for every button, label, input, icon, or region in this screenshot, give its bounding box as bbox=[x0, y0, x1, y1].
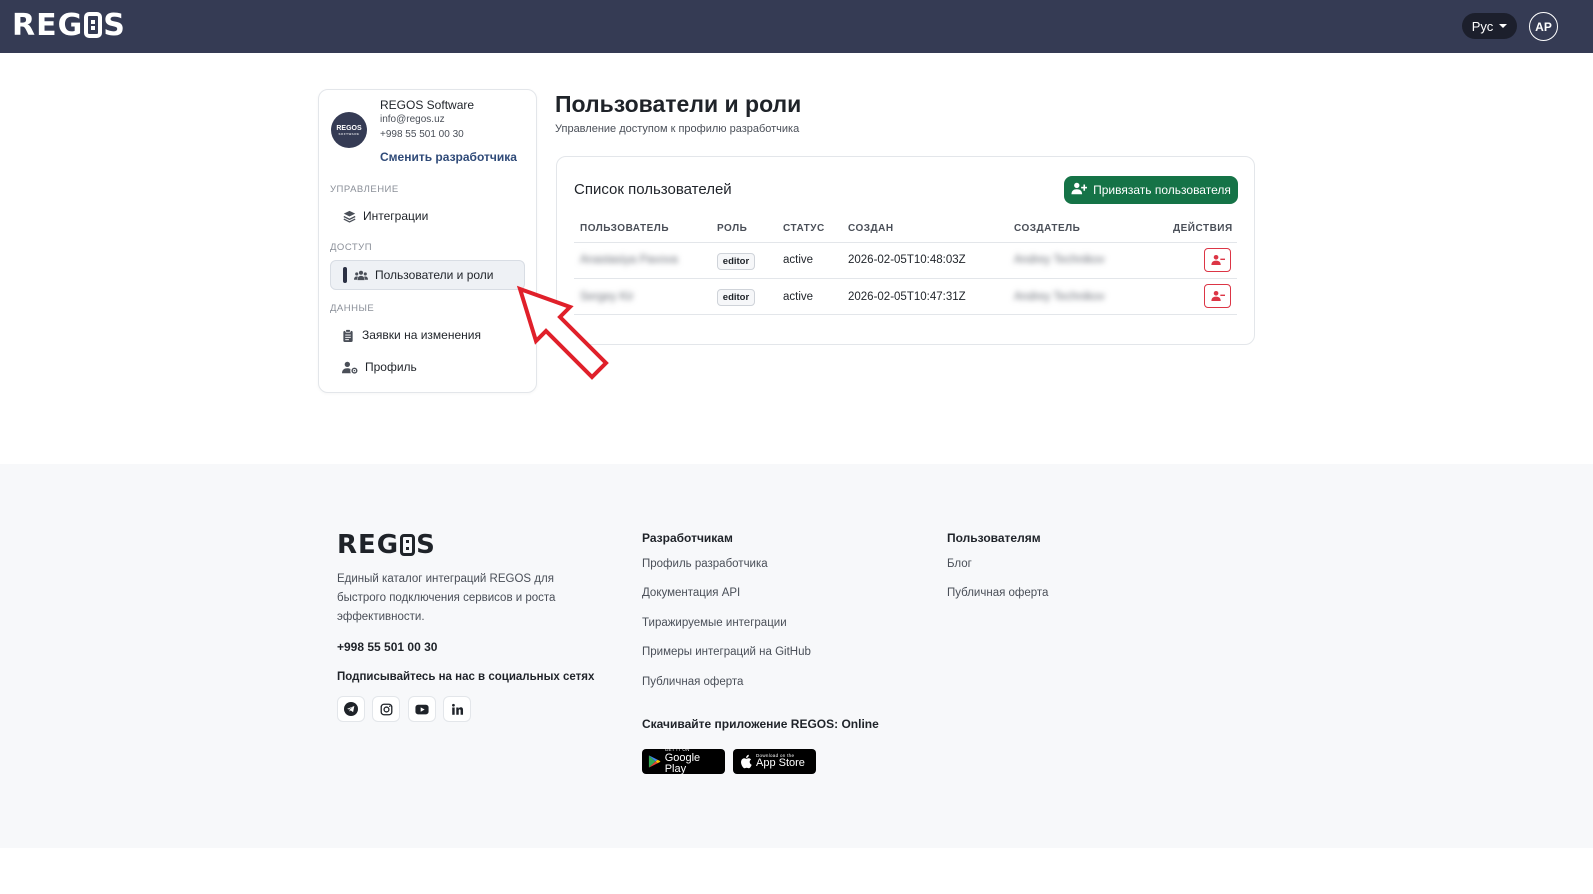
section-label-manage: УПРАВЛЕНИЕ bbox=[330, 184, 399, 195]
developer-phone: +998 55 501 00 30 bbox=[380, 129, 464, 140]
sidebar-item-label: Профиль bbox=[365, 360, 417, 374]
language-dropdown[interactable]: Рус bbox=[1462, 13, 1517, 39]
status-text: active bbox=[783, 291, 814, 303]
unlink-user-button[interactable] bbox=[1204, 284, 1231, 308]
user-name: Anastasiya Pavova bbox=[580, 254, 678, 266]
sidebar-item-requests[interactable]: Заявки на изменения bbox=[330, 320, 525, 350]
footer-description: Единый каталог интеграций REGOS для быст… bbox=[337, 573, 556, 623]
footer-link-api-docs[interactable]: Документация API bbox=[642, 587, 740, 599]
clipboard-icon bbox=[341, 328, 355, 342]
created-date: 2026-02-05T10:48:03Z bbox=[848, 254, 966, 266]
footer-logo[interactable]: REG S bbox=[337, 530, 436, 560]
sidebar: REGOS SOFTWARE REGOS Software info@regos… bbox=[318, 89, 537, 393]
user-minus-icon bbox=[1210, 254, 1225, 266]
table-divider bbox=[574, 242, 1237, 243]
column-header-creator: СОЗДАТЕЛЬ bbox=[1014, 223, 1081, 234]
sidebar-item-label: Интеграции bbox=[363, 209, 429, 223]
footer-link-dev-profile[interactable]: Профиль разработчика bbox=[642, 558, 768, 570]
regos-logo[interactable]: REG S bbox=[12, 7, 126, 43]
sidebar-item-label: Пользователи и роли bbox=[375, 268, 494, 282]
footer-link-public-offer[interactable]: Публичная оферта bbox=[642, 676, 743, 688]
app-download-title: Скачивайте приложение REGOS: Online bbox=[642, 717, 879, 731]
footer-link-public-offer-users[interactable]: Публичная оферта bbox=[947, 587, 1048, 599]
apple-icon bbox=[741, 754, 752, 769]
role-badge: editor bbox=[717, 289, 755, 306]
section-label-access: ДОСТУП bbox=[330, 242, 373, 253]
unlink-user-button[interactable] bbox=[1204, 248, 1231, 272]
footer-logo-text-right: S bbox=[416, 530, 436, 560]
developer-logo-text: REGOS bbox=[336, 124, 362, 132]
language-label: Рус bbox=[1471, 18, 1494, 34]
user-avatar-button[interactable]: AP bbox=[1529, 12, 1558, 41]
instagram-icon bbox=[380, 703, 392, 715]
social-title: Подписывайтесь на нас в социальных сетях bbox=[337, 671, 595, 683]
creator-name: Andrey Technikov bbox=[1014, 291, 1105, 303]
telegram-icon bbox=[344, 702, 358, 716]
section-label-data: ДАННЫЕ bbox=[330, 303, 375, 314]
role-badge: editor bbox=[717, 253, 755, 270]
instagram-button[interactable] bbox=[372, 696, 400, 722]
google-play-badge[interactable]: GET IT ON Google Play bbox=[642, 748, 725, 775]
created-date: 2026-02-05T10:47:31Z bbox=[848, 291, 966, 303]
developer-logo-subtext: SOFTWARE bbox=[338, 131, 360, 136]
app-store-text: App Store bbox=[756, 757, 805, 770]
page-subtitle: Управление доступом к профилю разработчи… bbox=[555, 123, 800, 135]
sidebar-item-label: Заявки на изменения bbox=[362, 328, 481, 342]
sidebar-item-integrations[interactable]: Интеграции bbox=[330, 201, 525, 231]
footer-link-replicated-integrations[interactable]: Тиражируемые интеграции bbox=[642, 617, 787, 629]
youtube-button[interactable] bbox=[408, 696, 436, 722]
table-divider bbox=[574, 314, 1237, 315]
user-minus-icon bbox=[1210, 290, 1225, 302]
column-header-created: СОЗДАН bbox=[848, 223, 894, 234]
logo-text-left: REG bbox=[12, 7, 84, 43]
page-title: Пользователи и роли bbox=[555, 91, 802, 117]
google-play-text: Google Play bbox=[664, 751, 701, 775]
users-column-title: Пользователям bbox=[947, 531, 1041, 545]
sidebar-item-users[interactable]: Пользователи и роли bbox=[330, 260, 525, 290]
switch-developer-link[interactable]: Сменить разработчика bbox=[380, 150, 517, 164]
linkedin-icon bbox=[451, 703, 463, 715]
layers-icon bbox=[342, 209, 356, 223]
card-title: Список пользователей bbox=[574, 181, 732, 198]
google-play-icon bbox=[648, 755, 661, 768]
annotation-arrow-icon bbox=[516, 285, 609, 380]
footer-logo-text-left: REG bbox=[337, 530, 400, 560]
sidebar-item-profile[interactable]: Профиль bbox=[330, 352, 525, 382]
footer-link-github-examples[interactable]: Примеры интеграций на GitHub bbox=[642, 646, 811, 658]
footer-phone[interactable]: +998 55 501 00 30 bbox=[337, 640, 437, 654]
developer-name: REGOS Software bbox=[380, 98, 475, 112]
logo-o-mark-icon bbox=[84, 12, 103, 38]
youtube-icon bbox=[415, 704, 429, 714]
app-store-badge[interactable]: Download on the App Store bbox=[733, 749, 816, 774]
logo-text-right: S bbox=[103, 7, 126, 43]
developers-column-title: Разработчикам bbox=[642, 531, 733, 545]
top-navbar: REG S Рус AP bbox=[0, 0, 1593, 53]
linkedin-button[interactable] bbox=[443, 696, 471, 722]
bind-user-label: Привязать пользователя bbox=[1093, 183, 1231, 197]
users-icon bbox=[354, 268, 368, 282]
logo-o-mark-icon bbox=[400, 534, 416, 556]
users-card: Список пользователей Привязать пользоват… bbox=[556, 156, 1255, 345]
footer: REG S Единый каталог интеграций REGOS для… bbox=[0, 464, 1593, 848]
status-text: active bbox=[783, 254, 814, 266]
table-divider bbox=[574, 278, 1237, 279]
column-header-actions: ДЕЙСТВИЯ bbox=[1173, 223, 1233, 234]
active-indicator bbox=[343, 267, 347, 283]
column-header-role: РОЛЬ bbox=[717, 223, 748, 234]
user-plus-icon bbox=[1071, 182, 1088, 198]
bind-user-button[interactable]: Привязать пользователя bbox=[1064, 176, 1238, 204]
footer-link-blog[interactable]: Блог bbox=[947, 558, 972, 570]
user-gear-icon bbox=[341, 360, 358, 374]
creator-name: Andrey Technikov bbox=[1014, 254, 1105, 266]
column-header-user: ПОЛЬЗОВАТЕЛЬ bbox=[580, 223, 670, 234]
caret-down-icon bbox=[1499, 24, 1508, 28]
telegram-button[interactable] bbox=[337, 696, 365, 722]
developer-email: info@regos.uz bbox=[380, 114, 445, 125]
developer-logo: REGOS SOFTWARE bbox=[331, 112, 367, 148]
column-header-status: СТАТУС bbox=[783, 223, 825, 234]
